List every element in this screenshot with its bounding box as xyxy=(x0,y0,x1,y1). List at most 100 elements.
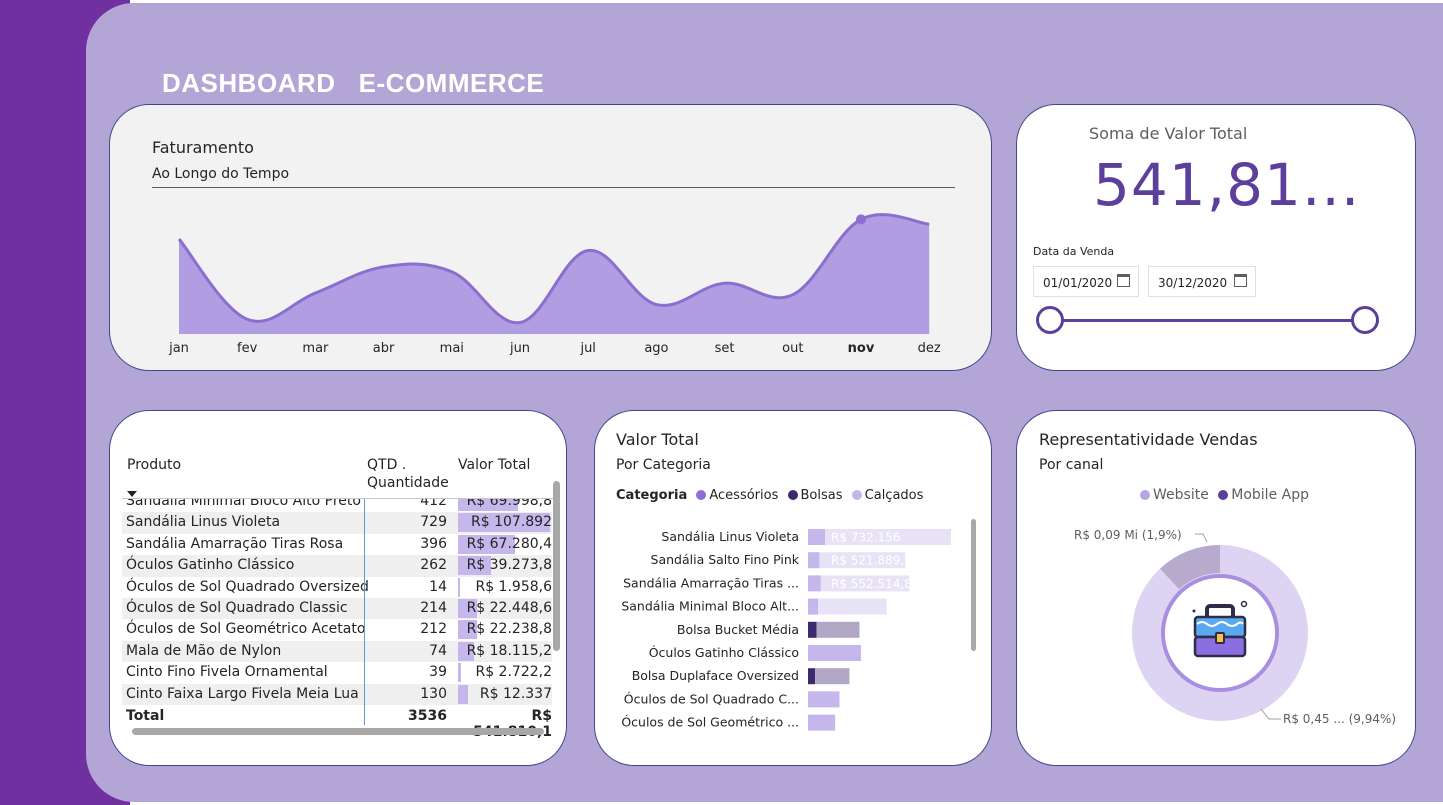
table-body: Sandália Minimal Bloco Alto Preto 412 R$ 6… xyxy=(122,499,552,707)
table-row[interactable]: Óculos Gatinho Clássico 262 R$ 39.273,8 xyxy=(122,555,552,577)
cell-produto: Óculos de Sol Geométrico Acetato xyxy=(126,621,366,638)
table-row[interactable]: Cinto Fino Fivela Ornamental 39 R$ 2.722,2 xyxy=(122,662,552,683)
dashboard-title: DASHBOARD E-COMMERCE xyxy=(162,68,545,98)
x-tick-jun: jun xyxy=(509,341,530,356)
category-label: Sandália Minimal Bloco Alt... xyxy=(621,599,799,614)
category-label: Sandália Salto Fino Pink xyxy=(651,552,800,567)
table-row[interactable]: Óculos de Sol Quadrado Oversized 14 R$ 1.9… xyxy=(122,577,552,598)
table-row[interactable]: Sandália Linus Violeta 729 R$ 107.892 xyxy=(122,512,552,534)
cell-qtd: 262 xyxy=(420,557,447,574)
cell-valor: R$ 1.958,6 xyxy=(475,578,552,595)
kpi-label: Soma de Valor Total xyxy=(1089,124,1248,143)
bar-data-label: R$ 521.889,9 xyxy=(831,554,912,568)
kpi-value: 541,81... xyxy=(1093,151,1361,219)
bar-data-label: R$ 732.156 xyxy=(831,531,900,545)
cell-produto: Sandália Amarração Tiras Rosa xyxy=(126,535,344,552)
date-start-input[interactable]: 01/01/2020 xyxy=(1033,266,1139,297)
x-tick-abr: abr xyxy=(373,341,395,356)
bar-acessrios[interactable] xyxy=(808,529,826,545)
cell-produto: Sandália Minimal Bloco Alto Preto xyxy=(126,499,361,509)
faturamento-area-chart[interactable]: jan fev mar abr mai jun jul ago set out nov dez xyxy=(110,105,992,371)
category-label: Óculos de Sol Quadrado C... xyxy=(624,691,799,706)
bar-calados[interactable] xyxy=(818,598,887,615)
x-tick-mai: mai xyxy=(440,341,464,356)
bar-acessrios[interactable] xyxy=(808,575,821,592)
x-tick-nov: nov xyxy=(848,341,875,356)
table-row[interactable]: Mala de Mão de Nylon 74 R$ 18.115,2 xyxy=(122,640,552,663)
cell-valor: R$ 22.448,6 xyxy=(466,599,552,616)
column-header-valor[interactable]: Valor Total xyxy=(458,456,530,474)
table-row[interactable]: Óculos de Sol Geométrico Acetato 212 R$ 22… xyxy=(122,619,552,640)
category-label: Óculos de Sol Geométrico ... xyxy=(621,715,799,730)
cell-produto: Sandália Linus Violeta xyxy=(126,514,281,531)
sort-desc-icon[interactable] xyxy=(127,491,137,497)
x-tick-mar: mar xyxy=(302,341,329,356)
x-tick-jan: jan xyxy=(168,341,189,356)
cell-produto: Cinto Fino Fivela Ornamental xyxy=(126,664,328,681)
category-label: Óculos Gatinho Clássico xyxy=(649,645,799,660)
cell-valor: R$ 18.115,2 xyxy=(466,642,552,659)
faturamento-card[interactable]: Faturamento Ao Longo do Tempo jan fev mar a… xyxy=(109,104,992,371)
bar-acessrios[interactable] xyxy=(808,691,840,708)
total-qtd: 3536 xyxy=(408,708,447,724)
table-row[interactable]: Óculos de Sol Quadrado Classic 214 R$ 22.4… xyxy=(122,597,552,620)
cell-qtd: 412 xyxy=(420,499,447,509)
table-row[interactable]: Sandália Minimal Bloco Alto Preto 412 R$ 6… xyxy=(122,499,552,512)
cell-qtd: 212 xyxy=(420,621,447,638)
bar-acessrios[interactable] xyxy=(808,598,819,615)
product-table-card: Produto QTD . Quantidade Valor Total San… xyxy=(109,410,567,766)
x-tick-out: out xyxy=(782,341,803,356)
x-tick-fev: fev xyxy=(237,341,258,356)
cell-valor: R$ 67.280,4 xyxy=(466,535,552,552)
vertical-scrollbar[interactable] xyxy=(971,519,976,651)
slider-handle-end[interactable] xyxy=(1351,306,1379,334)
column-divider xyxy=(364,499,365,725)
cell-qtd: 39 xyxy=(429,664,447,681)
total-label: Total xyxy=(126,708,165,724)
date-range-slider[interactable] xyxy=(1049,319,1367,322)
horizontal-scrollbar[interactable] xyxy=(132,728,544,735)
slider-handle-start[interactable] xyxy=(1036,306,1064,334)
cell-produto: Óculos de Sol Quadrado Classic xyxy=(126,599,348,616)
vertical-scrollbar[interactable] xyxy=(553,481,560,651)
category-label: Bolsa Bucket Média xyxy=(677,622,799,637)
cell-qtd: 396 xyxy=(420,535,447,552)
date-filter-label: Data da Venda xyxy=(1033,245,1115,258)
date-end-value: 30/12/2020 xyxy=(1158,276,1228,290)
table-row[interactable]: Cinto Faixa Largo Fivela Meia Lua 130 R$ 1… xyxy=(122,683,552,705)
cell-qtd: 729 xyxy=(420,514,447,531)
categoria-card: Valor Total Por Categoria Categoria Aces… xyxy=(594,410,992,766)
bar-bolsas[interactable] xyxy=(808,621,817,638)
categoria-bar-chart[interactable]: Sandália Linus Violeta R$ 732.156 Sandália… xyxy=(595,411,992,766)
page: DASHBOARD E-COMMERCE Faturamento Ao Long… xyxy=(0,0,1443,805)
cell-qtd: 14 xyxy=(429,578,447,595)
x-tick-ago: ago xyxy=(644,341,668,356)
column-header-qtd[interactable]: QTD . Quantidade xyxy=(367,456,457,492)
bar-data-label: R$ 552.514,8 xyxy=(831,577,912,591)
canal-card: Representatividade Vendas Por canal Webs… xyxy=(1016,410,1416,766)
kpi-card: Soma de Valor Total 541,81... Data da Ve… xyxy=(1016,104,1416,371)
date-start-value: 01/01/2020 xyxy=(1043,276,1113,290)
bar-acessrios[interactable] xyxy=(808,645,861,661)
column-header-produto[interactable]: Produto xyxy=(127,456,181,474)
cell-produto: Cinto Faixa Largo Fivela Meia Lua xyxy=(126,685,359,702)
data-point-nov[interactable] xyxy=(856,214,866,225)
date-end-input[interactable]: 30/12/2020 xyxy=(1148,266,1256,297)
table-row[interactable]: Sandália Amarração Tiras Rosa 396 R$ 67.28… xyxy=(122,534,552,555)
table-rows: Sandália Minimal Bloco Alto Preto 412 R$ 6… xyxy=(122,499,552,705)
cell-valor: R$ 22.238,8 xyxy=(466,621,552,638)
calendar-icon[interactable] xyxy=(1117,274,1130,287)
bar-acessrios[interactable] xyxy=(808,552,820,569)
bar-calados[interactable] xyxy=(815,668,850,685)
bar-acessrios[interactable] xyxy=(808,714,836,731)
x-tick-dez: dez xyxy=(918,341,941,356)
donut-label-top: R$ 0,09 Mi (1,9%) xyxy=(1074,528,1182,542)
bar-bolsas[interactable] xyxy=(808,668,816,685)
cell-produto: Óculos de Sol Quadrado Oversized xyxy=(126,578,369,595)
calendar-icon[interactable] xyxy=(1234,274,1247,287)
cell-valor: R$ 39.273,8 xyxy=(466,557,552,574)
table-total-row: Total 3536 R$ 541.810,1 xyxy=(122,707,552,740)
cell-qtd: 214 xyxy=(420,599,447,616)
x-tick-jul: jul xyxy=(579,341,595,356)
bar-calados[interactable] xyxy=(816,621,860,638)
